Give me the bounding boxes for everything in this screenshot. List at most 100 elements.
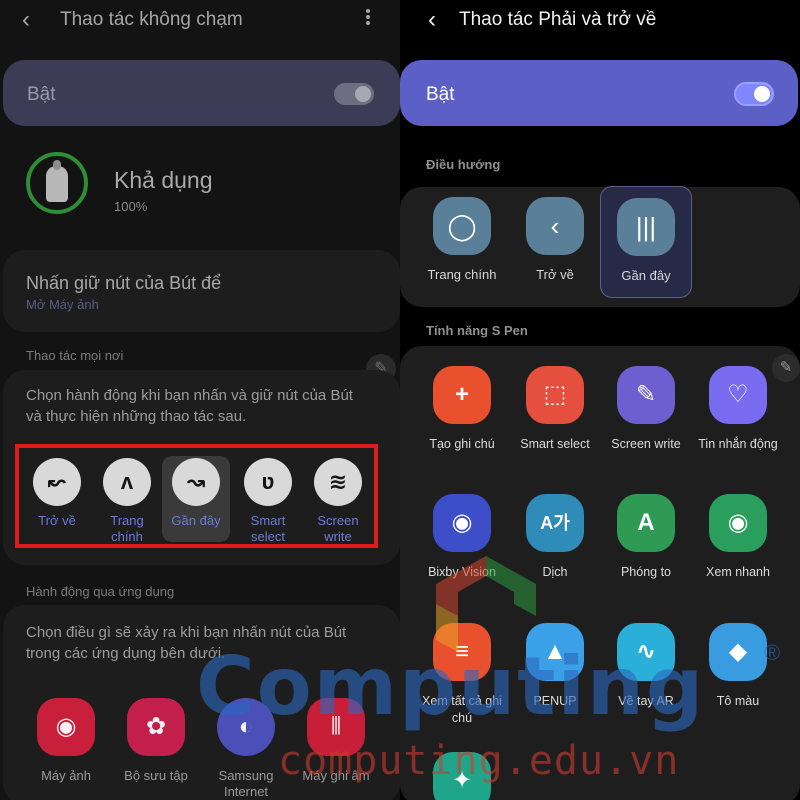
app-label: Máy ghi âm (302, 768, 370, 783)
battery-percent: 100% (114, 199, 148, 214)
nav-label: Trang chính (427, 267, 497, 282)
feature-ar-emoji[interactable]: ✦ (416, 752, 508, 800)
toggle-label: Bật (426, 84, 455, 105)
left-screen: ‹ Thao tác không chạm Bật Khả dụng 100% … (0, 0, 400, 800)
gallery-icon: ✿ (127, 698, 185, 756)
feature-label: Bixby Vision (428, 565, 496, 579)
section-navigation-header: Điều hướng (426, 157, 501, 172)
gesture-smart-select[interactable]: ʋ Smart select (234, 450, 302, 545)
gesture-label: Trang chính (110, 513, 144, 544)
feature-label: Tô màu (716, 694, 760, 708)
gesture-back-icon: ↜ (33, 458, 81, 506)
back-arrow-icon[interactable]: ‹ (22, 6, 30, 34)
home-icon: ◯ (433, 197, 491, 255)
feature-live-message[interactable]: ♡ Tin nhắn động (692, 366, 784, 453)
feature-smart-select[interactable]: ⬚ Smart select (509, 366, 601, 453)
spen-icon (46, 160, 68, 202)
coloring-icon: ◆ (709, 623, 767, 681)
bixby-vision-icon: ◉ (433, 494, 491, 552)
page-title: Thao tác Phải và trở về (459, 9, 657, 30)
gesture-home-icon: ʌ (103, 458, 151, 506)
spen-battery-ring (26, 152, 88, 214)
feature-label: Dịch (542, 565, 568, 579)
feature-label: Screen write (611, 437, 681, 451)
enable-switch[interactable] (334, 83, 374, 105)
live-message-icon: ♡ (709, 366, 767, 424)
feature-label: Xem nhanh (706, 565, 770, 579)
left-header: ‹ Thao tác không chạm (0, 0, 400, 40)
feature-glance[interactable]: ◉ Xem nhanh (692, 494, 784, 581)
app-camera[interactable]: ◉ Máy ảnh (26, 698, 106, 784)
recents-icon: ||| (617, 198, 675, 256)
back-arrow-icon[interactable]: ‹ (428, 6, 436, 34)
anywhere-description: Chọn hành động khi bạn nhấn và giữ nút c… (26, 387, 353, 425)
switch-knob (754, 86, 770, 102)
gesture-recent[interactable]: ↝ Gần đây (162, 450, 230, 542)
feature-label: Xem tất cả ghi chú (422, 694, 502, 725)
create-note-icon: + (433, 366, 491, 424)
gesture-label: Screen write (317, 513, 359, 544)
feature-penup[interactable]: ▲ PENUP (509, 623, 601, 710)
penup-icon: ▲ (526, 623, 584, 681)
app-label: Samsung Internet (218, 768, 274, 799)
gesture-home[interactable]: ʌ Trang chính (93, 450, 161, 545)
battery-status: Khả dụng (114, 167, 213, 193)
nav-label: Trở về (536, 267, 574, 282)
feature-magnify[interactable]: A Phóng to (600, 494, 692, 581)
feature-coloring[interactable]: ◆ Tô màu (692, 623, 784, 710)
section-anywhere-header: Thao tác mọi nơi (26, 348, 124, 363)
translate-icon: A가 (526, 494, 584, 552)
gesture-smart-select-icon: ʋ (244, 458, 292, 506)
gesture-highlight-box: ↜ Trở về ʌ Trang chính ↝ Gần đây ʋ Smart… (15, 444, 378, 548)
feature-create-note[interactable]: + Tạo ghi chú (416, 366, 508, 453)
feature-label: Vẽ tay AR (618, 694, 674, 708)
feature-screen-write[interactable]: ✎ Screen write (600, 366, 692, 453)
press-hold-value: Mở Máy ảnh (26, 297, 99, 312)
toggle-label: Bật (27, 84, 56, 105)
nav-home[interactable]: ◯ Trang chính (416, 186, 508, 298)
feature-label: Smart select (520, 437, 590, 451)
gesture-label: Smart select (250, 513, 286, 544)
feature-label: Tin nhắn động (698, 437, 778, 451)
back-icon: ‹ (526, 197, 584, 255)
gesture-recent-icon: ↝ (172, 458, 220, 506)
smart-select-icon: ⬚ (526, 366, 584, 424)
feature-view-all-notes[interactable]: ≡ Xem tất cả ghi chú (416, 623, 508, 727)
magnify-icon: A (617, 494, 675, 552)
nav-label: Gần đây (621, 268, 671, 283)
feature-bixby-vision[interactable]: ◉ Bixby Vision (416, 494, 508, 581)
page-title: Thao tác không chạm (60, 9, 243, 30)
enable-switch[interactable] (734, 82, 774, 106)
gesture-screen-write-icon: ≋ (314, 458, 362, 506)
app-samsung-internet[interactable]: ◐ Samsung Internet (206, 698, 286, 800)
more-options-icon[interactable] (362, 8, 374, 28)
app-voice-recorder[interactable]: ⦀ Máy ghi âm (296, 698, 376, 784)
app-label: Máy ảnh (41, 768, 91, 783)
glance-icon: ◉ (709, 494, 767, 552)
app-gallery[interactable]: ✿ Bộ sưu tập (116, 698, 196, 784)
gesture-screen-write[interactable]: ≋ Screen write (304, 450, 372, 545)
ar-doodle-icon: ∿ (617, 623, 675, 681)
nav-recents[interactable]: ||| Gần đây (600, 186, 692, 298)
ar-emoji-icon: ✦ (433, 752, 491, 800)
gesture-label: Trở về (38, 513, 76, 528)
section-app-header: Hành động qua ứng dụng (26, 584, 175, 599)
feature-label: Tạo ghi chú (429, 437, 495, 451)
gesture-label: Gần đây (171, 513, 221, 528)
feature-ar-doodle[interactable]: ∿ Vẽ tay AR (600, 623, 692, 710)
camera-icon: ◉ (37, 698, 95, 756)
feature-translate[interactable]: A가 Dịch (509, 494, 601, 581)
voice-recorder-icon: ⦀ (307, 698, 365, 756)
press-hold-title: Nhấn giữ nút của Bút để (26, 273, 222, 293)
switch-knob (355, 86, 371, 102)
section-features-header: Tính năng S Pen (426, 323, 528, 338)
view-all-notes-icon: ≡ (433, 623, 491, 681)
feature-label: PENUP (533, 694, 577, 708)
nav-back[interactable]: ‹ Trở về (509, 186, 601, 298)
feature-label: Phóng to (620, 565, 672, 579)
screen-write-icon: ✎ (617, 366, 675, 424)
app-label: Bộ sưu tập (124, 768, 188, 783)
app-description: Chọn điều gì sẽ xảy ra khi bạn nhấn nút … (26, 624, 347, 662)
right-screen: ‹ Thao tác Phải và trở về Bật Điều hướng… (400, 0, 800, 800)
gesture-back[interactable]: ↜ Trở về (23, 450, 91, 529)
